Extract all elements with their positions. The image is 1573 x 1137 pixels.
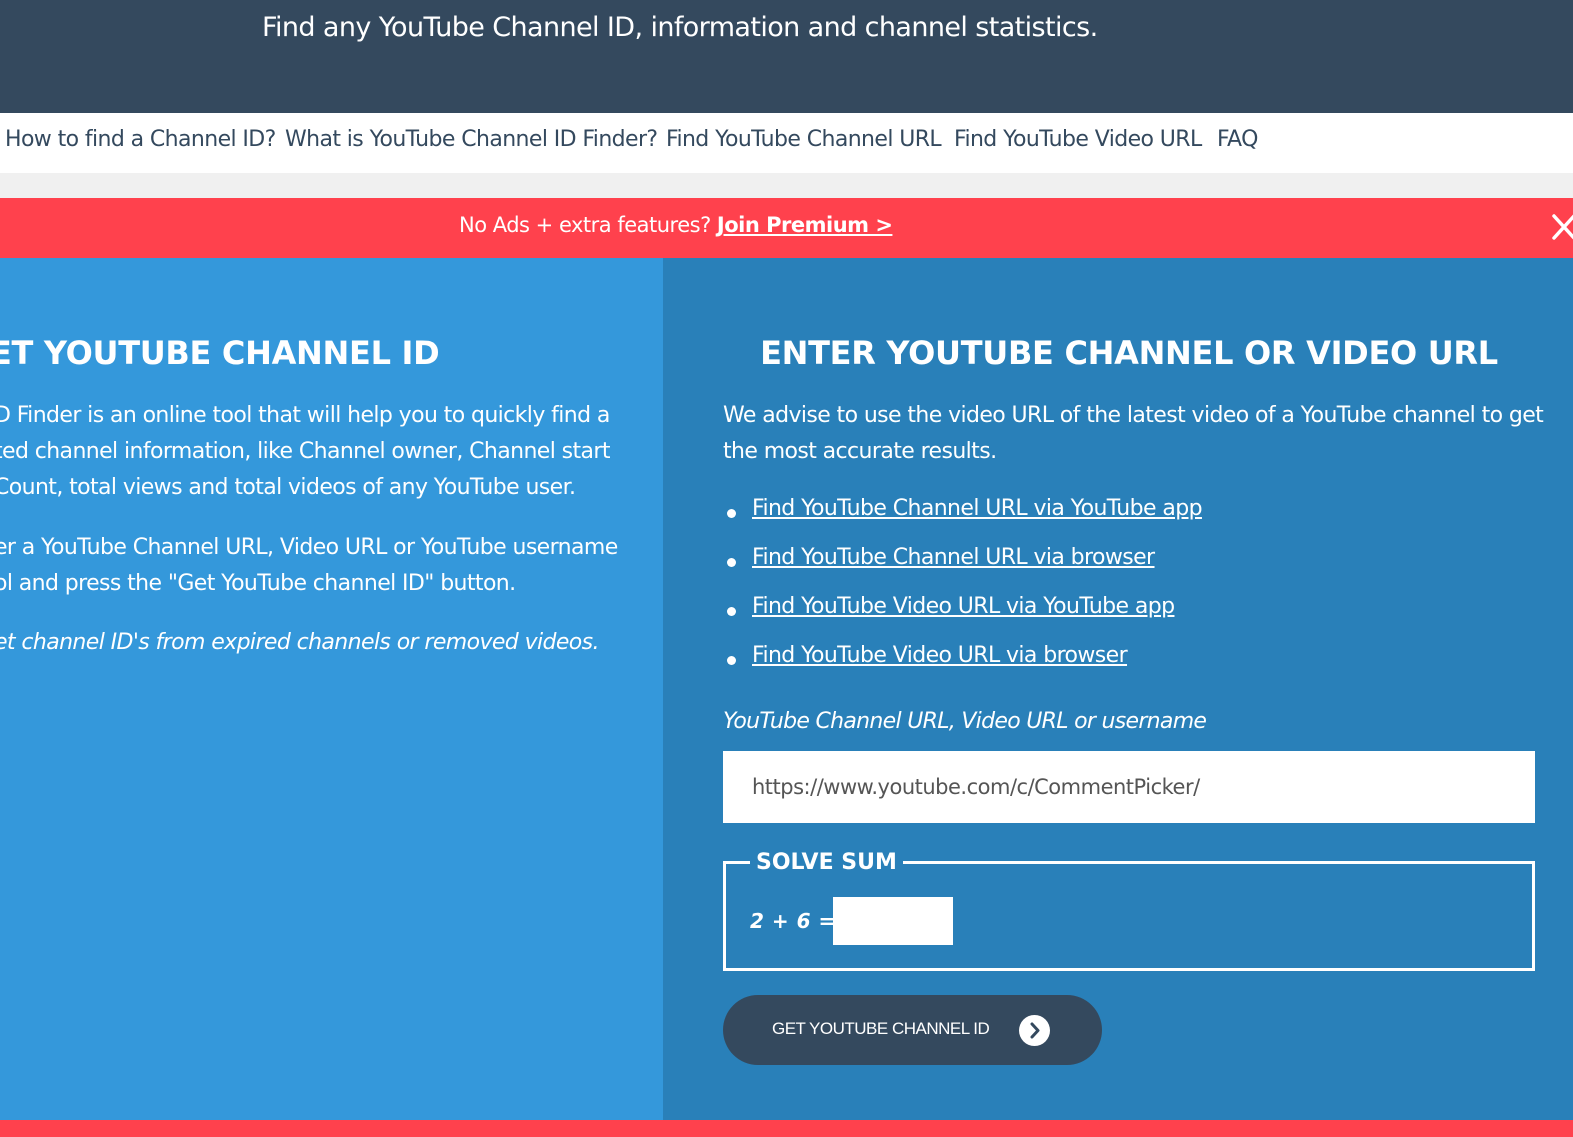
intro-line: D Finder is an online tool that will hel… [0, 403, 610, 428]
link-channel-url-app[interactable]: Find YouTube Channel URL via YouTube app [752, 496, 1203, 521]
lookup-panel: ENTER YOUTUBE CHANNEL OR VIDEO URL We ad… [663, 258, 1573, 1120]
premium-promo-bar: No Ads + extra features? Join Premium > [0, 198, 1573, 258]
list-item: Find YouTube Video URL via browser [723, 643, 1202, 692]
advise-text: We advise to use the video URL of the la… [723, 398, 1544, 470]
intro-line: Count, total views and total videos of a… [0, 475, 576, 500]
site-tagline: Find any YouTube Channel ID, information… [262, 12, 1098, 43]
intro-panel: GET YOUTUBE CHANNEL ID D Finder is an on… [0, 258, 663, 1120]
intro-paragraph-2: er a YouTube Channel URL, Video URL or Y… [0, 530, 618, 602]
footer-accent-bar [0, 1120, 1573, 1137]
bullet-icon [727, 607, 736, 616]
url-input-label: YouTube Channel URL, Video URL or userna… [723, 709, 1207, 734]
nav-item-what-is[interactable]: What is YouTube Channel ID Finder? [285, 127, 658, 152]
link-video-url-app[interactable]: Find YouTube Video URL via YouTube app [752, 594, 1175, 619]
join-premium-link[interactable]: Join Premium > [717, 213, 893, 237]
promo-message: No Ads + extra features? Join Premium > [459, 213, 893, 237]
intro-title: GET YOUTUBE CHANNEL ID [0, 334, 440, 372]
list-item: Find YouTube Channel URL via YouTube app [723, 496, 1203, 545]
chevron-right-icon [1019, 1015, 1050, 1046]
intro-paragraph-1: D Finder is an online tool that will hel… [0, 398, 610, 506]
intro-line: ted channel information, like Channel ow… [0, 439, 610, 464]
help-links: Find YouTube Channel URL via YouTube app… [723, 496, 1203, 692]
captcha-legend: SOLVE SUM [756, 850, 897, 875]
link-channel-url-browser[interactable]: Find YouTube Channel URL via browser [752, 545, 1155, 570]
bullet-icon [727, 509, 736, 518]
list-item: Find YouTube Video URL via YouTube app [723, 594, 1202, 643]
close-icon[interactable] [1548, 210, 1573, 244]
captcha-sum: SOLVE SUM 2 + 6 = [723, 850, 1535, 971]
bullet-icon [727, 558, 736, 567]
nav-spacer [0, 173, 1573, 198]
get-channel-id-label: GET YOUTUBE CHANNEL ID [772, 1019, 990, 1038]
intro-paragraph-3: et channel ID's from expired channels or… [0, 630, 600, 655]
site-header: Find any YouTube Channel ID, information… [0, 0, 1573, 113]
advise-line: the most accurate results. [723, 439, 997, 464]
captcha-question: 2 + 6 = [750, 909, 836, 933]
intro-line: ol and press the "Get YouTube channel ID… [0, 571, 516, 596]
promo-text: No Ads + extra features? [459, 213, 717, 237]
captcha-answer-input[interactable] [833, 897, 953, 945]
get-channel-id-button[interactable]: GET YOUTUBE CHANNEL ID [723, 995, 1102, 1065]
list-item: Find YouTube Channel URL via browser [723, 545, 1202, 594]
channel-url-input[interactable] [723, 751, 1535, 823]
nav-item-find-video-url[interactable]: Find YouTube Video URL [954, 127, 1202, 152]
lookup-title: ENTER YOUTUBE CHANNEL OR VIDEO URL [760, 334, 1498, 372]
intro-line: er a YouTube Channel URL, Video URL or Y… [0, 535, 618, 560]
nav-item-how-to-find[interactable]: How to find a Channel ID? [5, 127, 276, 152]
main-nav: How to find a Channel ID? What is YouTub… [0, 113, 1573, 173]
nav-item-find-channel-url[interactable]: Find YouTube Channel URL [666, 127, 942, 152]
link-video-url-browser[interactable]: Find YouTube Video URL via browser [752, 643, 1128, 668]
advise-line: We advise to use the video URL of the la… [723, 403, 1544, 428]
nav-item-faq[interactable]: FAQ [1217, 127, 1258, 152]
bullet-icon [727, 656, 736, 665]
